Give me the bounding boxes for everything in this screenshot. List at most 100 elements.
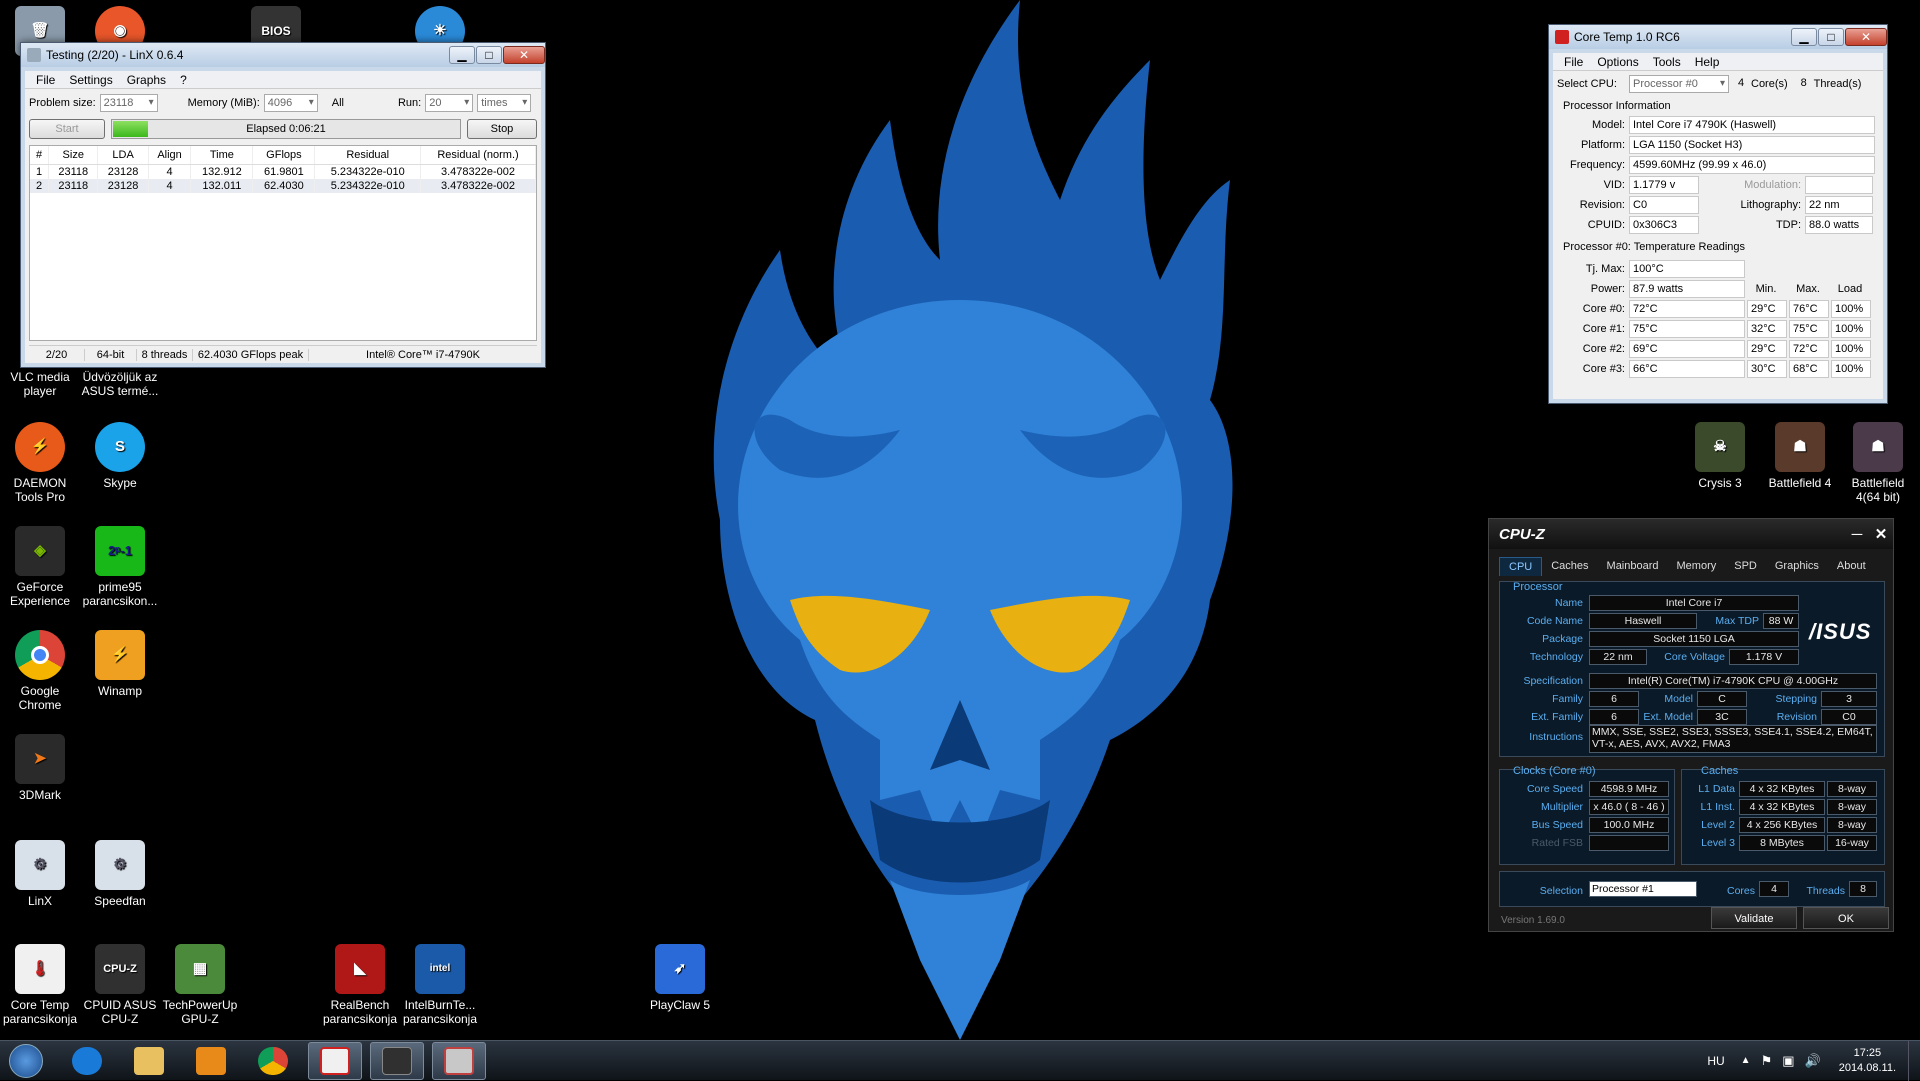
maxtdp-label: Max TDP	[1715, 615, 1759, 627]
taskbar-media-player[interactable]	[184, 1042, 238, 1080]
daemon-tools-icon: ⚡	[15, 422, 65, 472]
network-icon[interactable]: ▣	[1782, 1053, 1794, 1069]
frequency-label: Frequency:	[1569, 159, 1625, 171]
desktop-icon-asus-welcome[interactable]: Üdvözöljük az ASUS termé...	[80, 370, 160, 398]
clock[interactable]: 17:25 2014.08.11.	[1839, 1046, 1896, 1076]
menu-file[interactable]: File	[1557, 55, 1590, 69]
menu-options[interactable]: Options	[1590, 55, 1645, 69]
language-indicator[interactable]: HU	[1707, 1054, 1724, 1068]
table-row[interactable]: 2 23118 23128 4 132.011 62.4030 5.234322…	[30, 179, 536, 193]
taskbar-ie[interactable]	[60, 1042, 114, 1080]
table-cell: 1	[30, 164, 50, 179]
col-time[interactable]: Time	[190, 146, 254, 165]
run-select[interactable]: 20	[425, 94, 474, 112]
taskbar-cpuz[interactable]	[370, 1041, 424, 1080]
close-button[interactable]: ✕	[1845, 28, 1887, 46]
memory-select[interactable]: 4096	[263, 94, 318, 112]
desktop-icon-playclaw[interactable]: ➶ PlayClaw 5	[640, 944, 720, 1012]
core-load: 100%	[1831, 300, 1871, 318]
daemon-label: DAEMON Tools Pro	[13, 476, 67, 504]
taskbar-linx[interactable]	[432, 1041, 486, 1080]
minimize-button[interactable]: ▁	[1791, 28, 1817, 46]
stop-button[interactable]: Stop	[467, 119, 537, 139]
close-button[interactable]: ✕	[1869, 525, 1893, 543]
menu-tools[interactable]: Tools	[1646, 55, 1688, 69]
desktop-icon-speedfan[interactable]: ⚙ Speedfan	[80, 840, 160, 908]
cpuz-titlebar[interactable]: CPU-Z ─ ✕	[1489, 519, 1893, 549]
taskbar-explorer[interactable]	[122, 1042, 176, 1080]
taskbar-chrome[interactable]	[246, 1042, 300, 1080]
revision-label: Revision	[1776, 711, 1817, 723]
desktop-icon-bf4-64[interactable]: ☗ Battlefield 4(64 bit)	[1838, 422, 1918, 504]
col-lda[interactable]: LDA	[97, 146, 149, 165]
col-size[interactable]: Size	[48, 146, 99, 165]
col-residual[interactable]: Residual	[314, 146, 422, 165]
desktop-icon-intelburn[interactable]: intel IntelBurnTe... parancsikonja	[400, 944, 480, 1026]
tab-cpu[interactable]: CPU	[1499, 557, 1543, 576]
desktop-icon-linx[interactable]: ⚙ LinX	[0, 840, 80, 908]
tab-graphics[interactable]: Graphics	[1766, 557, 1828, 576]
desktop-icon-chrome[interactable]: Google Chrome	[0, 630, 80, 712]
spec-value: Intel(R) Core(TM) i7-4790K CPU @ 4.00GHz	[1589, 673, 1877, 689]
problem-size-select[interactable]: 23118	[99, 94, 158, 112]
desktop-icon-3dmark[interactable]: ➤ 3DMark	[0, 734, 80, 802]
col-residual-norm[interactable]: Residual (norm.)	[420, 146, 536, 165]
desktop-icon-prime95[interactable]: 2ᵖ-1 prime95 parancsikon...	[80, 526, 160, 608]
menu-help[interactable]: Help	[1688, 55, 1727, 69]
tab-about[interactable]: About	[1828, 557, 1875, 576]
chrome-label: Google Chrome	[18, 684, 62, 712]
desktop-icon-cpuid[interactable]: CPU-Z CPUID ASUS CPU-Z	[80, 944, 160, 1026]
linx-titlebar[interactable]: Testing (2/20) - LinX 0.6.4 ▁ □ ✕	[21, 43, 545, 67]
menu-help[interactable]: ?	[173, 73, 194, 87]
linx-window[interactable]: Testing (2/20) - LinX 0.6.4 ▁ □ ✕ File S…	[20, 42, 546, 368]
desktop-icon-skype[interactable]: S Skype	[80, 422, 160, 490]
ok-button[interactable]: OK	[1803, 907, 1889, 929]
col-index[interactable]: #	[30, 146, 50, 165]
menu-settings[interactable]: Settings	[62, 73, 119, 87]
start-button[interactable]: Start	[29, 119, 105, 139]
close-button[interactable]: ✕	[503, 46, 545, 64]
desktop-icon-bf4[interactable]: ☗ Battlefield 4	[1760, 422, 1840, 490]
taskbar-coretemp[interactable]	[308, 1041, 362, 1080]
selection-select[interactable]: Processor #1	[1589, 881, 1697, 897]
desktop-icon-crysis[interactable]: ☠ Crysis 3	[1680, 422, 1760, 490]
maximize-button[interactable]: □	[476, 46, 502, 64]
tab-spd[interactable]: SPD	[1725, 557, 1766, 576]
action-center-flag-icon[interactable]: ⚑	[1761, 1053, 1773, 1069]
crysis-icon: ☠	[1695, 422, 1745, 472]
desktop-icon-geforce[interactable]: ◈ GeForce Experience	[0, 526, 80, 608]
desktop-icon-realbench[interactable]: ◣ RealBench parancsikonja	[320, 944, 400, 1026]
minimize-button[interactable]: ─	[1845, 526, 1869, 543]
tab-caches[interactable]: Caches	[1542, 557, 1597, 576]
tray-show-hidden-icon[interactable]: ▲	[1741, 1055, 1751, 1066]
col-align[interactable]: Align	[148, 146, 192, 165]
coretemp-window[interactable]: Core Temp 1.0 RC6 ▁ □ ✕ File Options Too…	[1548, 24, 1888, 404]
desktop-icon-vlc[interactable]: VLC media player	[0, 370, 80, 398]
validate-button[interactable]: Validate	[1711, 907, 1797, 929]
table-row[interactable]: 1 23118 23128 4 132.912 61.9801 5.234322…	[30, 164, 536, 179]
menu-file[interactable]: File	[29, 73, 62, 87]
all-checkbox-label[interactable]: All	[332, 97, 344, 109]
desktop-icon-coretemp[interactable]: 🌡 Core Temp parancsikonja	[0, 944, 80, 1026]
threads-label: Threads	[1806, 885, 1845, 897]
minimize-button[interactable]: ▁	[449, 46, 475, 64]
tab-mainboard[interactable]: Mainboard	[1598, 557, 1668, 576]
family-value: 6	[1589, 691, 1639, 707]
menu-graphs[interactable]: Graphs	[120, 73, 173, 87]
volume-icon[interactable]: 🔊	[1805, 1053, 1821, 1069]
coretemp-titlebar[interactable]: Core Temp 1.0 RC6 ▁ □ ✕	[1549, 25, 1887, 49]
start-button[interactable]	[0, 1042, 52, 1080]
prime95-icon: 2ᵖ-1	[95, 526, 145, 576]
desktop-icon-winamp[interactable]: ⚡ Winamp	[80, 630, 160, 698]
maximize-button[interactable]: □	[1818, 28, 1844, 46]
cpuz-window[interactable]: CPU-Z ─ ✕ CPU Caches Mainboard Memory SP…	[1488, 518, 1894, 932]
show-desktop-button[interactable]	[1908, 1040, 1920, 1081]
run-unit-select[interactable]: times	[477, 94, 532, 112]
desktop-icon-daemon[interactable]: ⚡ DAEMON Tools Pro	[0, 422, 80, 504]
cpuz-tabs: CPU Caches Mainboard Memory SPD Graphics…	[1489, 549, 1893, 576]
processor-select[interactable]: Processor #0	[1629, 75, 1729, 93]
desktop-icon-techpowerup[interactable]: ▦ TechPowerUp GPU-Z	[160, 944, 240, 1026]
tab-memory[interactable]: Memory	[1668, 557, 1726, 576]
realbench-icon: ◣	[335, 944, 385, 994]
col-gflops[interactable]: GFlops	[252, 146, 316, 165]
